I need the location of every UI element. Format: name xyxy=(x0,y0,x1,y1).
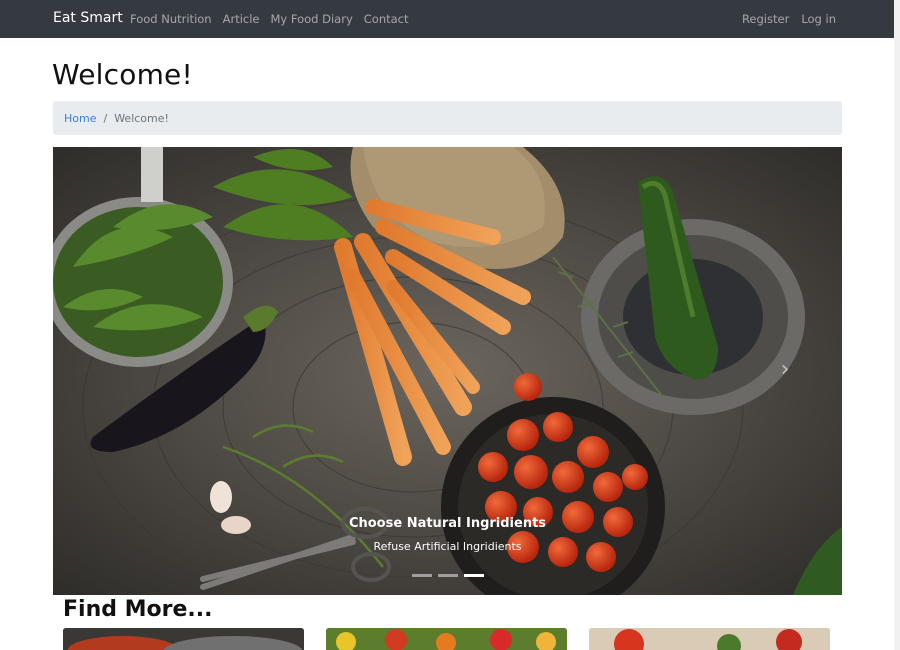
breadcrumb: Home / Welcome! xyxy=(53,101,842,135)
nav-right-links: Register Log in xyxy=(730,12,836,26)
find-more-card-2[interactable] xyxy=(326,628,567,650)
nav-register[interactable]: Register xyxy=(742,12,789,26)
scrollbar[interactable] xyxy=(894,0,900,650)
breadcrumb-current: Welcome! xyxy=(114,111,169,125)
nav-contact[interactable]: Contact xyxy=(364,12,409,26)
carousel-indicator-3[interactable] xyxy=(463,574,484,577)
carousel-caption-text: Refuse Artificial Ingridients xyxy=(373,540,522,553)
carousel-caption-title: Choose Natural Ingridients xyxy=(348,516,547,531)
card-2-image xyxy=(326,628,567,650)
nav-food-nutrition[interactable]: Food Nutrition xyxy=(130,12,212,26)
card-3-image xyxy=(589,628,830,650)
find-more-card-3[interactable] xyxy=(589,628,830,650)
top-navbar: Eat Smart Food Nutrition Article My Food… xyxy=(0,0,900,38)
nav-article[interactable]: Article xyxy=(223,12,260,26)
nav-my-food-diary[interactable]: My Food Diary xyxy=(271,12,353,26)
nav-left-links: Food Nutrition Article My Food Diary Con… xyxy=(130,12,420,26)
brand-link[interactable]: Eat Smart xyxy=(53,10,123,26)
carousel-indicator-2[interactable] xyxy=(437,574,458,577)
breadcrumb-separator: / xyxy=(103,111,108,125)
image-carousel[interactable]: › Choose Natural Ingridients Refuse Arti… xyxy=(53,147,842,595)
breadcrumb-home[interactable]: Home xyxy=(64,112,96,125)
find-more-heading: Find More... xyxy=(63,597,213,622)
page-title: Welcome! xyxy=(52,58,193,91)
find-more-card-1[interactable] xyxy=(63,628,304,650)
nav-login[interactable]: Log in xyxy=(801,12,836,26)
carousel-indicator-1[interactable] xyxy=(411,574,432,577)
chevron-right-icon[interactable]: › xyxy=(773,355,797,385)
card-1-image xyxy=(63,628,304,650)
carousel-indicators xyxy=(53,574,842,577)
